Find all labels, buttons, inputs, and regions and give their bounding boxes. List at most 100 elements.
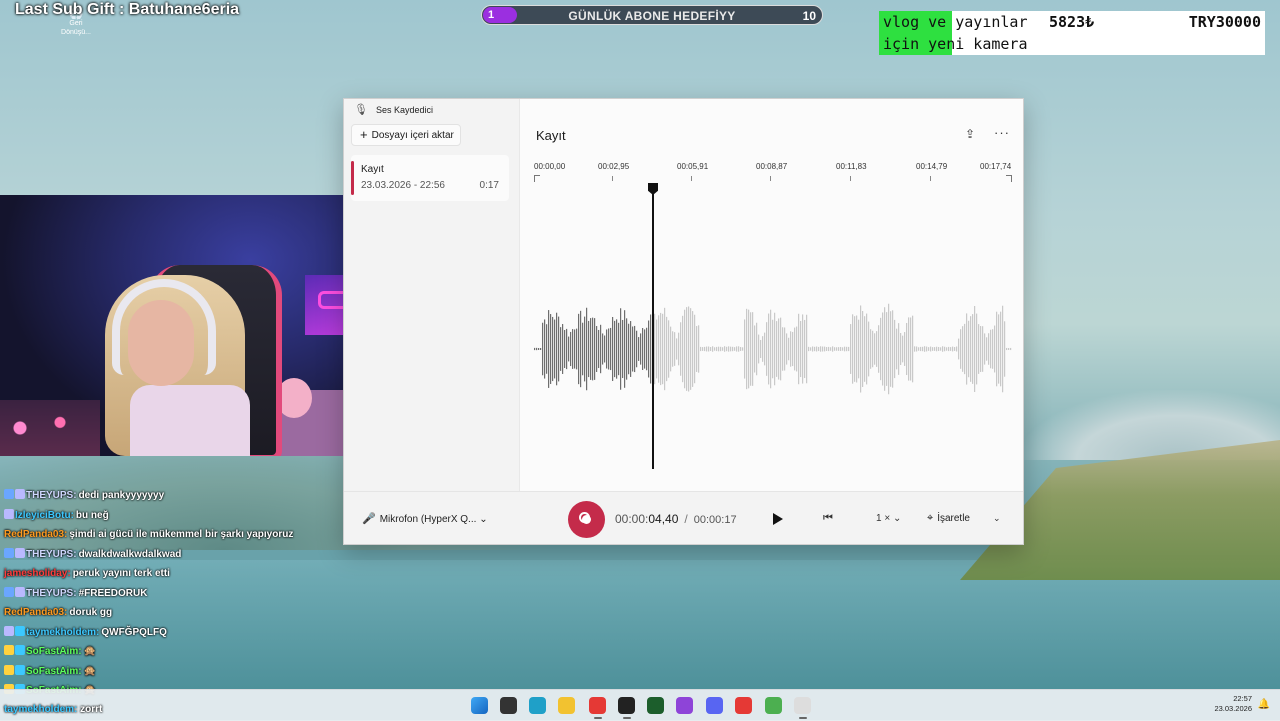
chat-username: IzleyiciBotu:	[15, 509, 74, 521]
add-marker-button[interactable]: ⌖ İşaretle	[927, 512, 970, 525]
timeline-tick-label: 00:08,87	[756, 162, 788, 171]
waveform-sample	[662, 313, 664, 385]
waveform-sample	[938, 346, 940, 352]
plus-icon: +	[360, 127, 368, 142]
recording-list-item[interactable]: Kayıt 23.03.2026 - 22:56 0:17	[351, 155, 509, 201]
chat-badge-icon	[4, 664, 14, 675]
waveform-sample	[592, 317, 594, 381]
waveform-sample	[642, 328, 644, 370]
waveform-sample	[950, 347, 952, 351]
waveform-sample	[788, 337, 790, 361]
chat-message-text: 🙊	[83, 665, 97, 677]
voice-recorder-icon[interactable]	[794, 697, 811, 714]
obs-icon[interactable]	[618, 697, 635, 714]
waveform-sample	[978, 324, 980, 374]
waveform-sample	[560, 327, 562, 371]
chat-message-row: RedPanda03: doruk gg	[4, 603, 334, 623]
waveform-sample	[714, 347, 716, 351]
file-manager-icon[interactable]	[500, 697, 517, 714]
waveform-sample	[878, 325, 880, 373]
waveform-sample	[728, 346, 730, 352]
waveform-sample	[710, 347, 712, 351]
system-clock[interactable]: 22:57 23.03.2026	[1214, 694, 1252, 714]
waveform-sample	[644, 329, 646, 369]
waveform-sample	[720, 346, 722, 352]
waveform-sample	[838, 347, 840, 351]
chrome-profile-2-icon[interactable]	[765, 697, 782, 714]
audio-waveform[interactable]	[534, 279, 1012, 419]
recording-duration: 0:17	[479, 180, 499, 191]
terminal-icon[interactable]	[647, 697, 664, 714]
chat-username: RedPanda03:	[4, 607, 68, 618]
waveform-sample	[868, 321, 870, 377]
time-separator: /	[684, 512, 688, 526]
waveform-sample	[680, 322, 682, 376]
waveform-sample	[716, 346, 718, 352]
import-file-button[interactable]: + Dosyayı içeri aktar	[351, 124, 461, 146]
more-options-icon[interactable]: ···	[994, 125, 1010, 140]
chrome-icon[interactable]	[589, 697, 606, 714]
waveform-sample	[556, 312, 558, 386]
waveform-sample	[682, 315, 684, 383]
twitch-icon[interactable]	[676, 697, 693, 714]
timeline-tick-label: 00:14,79	[916, 162, 948, 171]
notification-bell-icon[interactable]: 🔔	[1258, 699, 1270, 710]
waveform-sample	[934, 347, 936, 351]
waveform-sample	[940, 347, 942, 351]
waveform-sample	[724, 346, 726, 352]
waveform-sample	[758, 334, 760, 364]
chrome-profile-icon[interactable]	[735, 697, 752, 714]
waveform-sample	[602, 333, 604, 365]
skip-to-start-icon[interactable]: ⏮	[823, 512, 833, 525]
playhead-line[interactable]	[652, 189, 654, 469]
waveform-sample	[1004, 321, 1006, 377]
microphone-selector[interactable]: 🎤 Mikrofon (HyperX Q... ⌄	[362, 512, 488, 525]
waveform-sample	[740, 347, 742, 351]
waveform-sample	[732, 346, 734, 352]
waveform-sample	[932, 347, 934, 351]
discord-icon[interactable]	[706, 697, 723, 714]
waveform-sample	[882, 312, 884, 386]
waveform-sample	[762, 336, 764, 362]
last-sub-gift-overlay: Last Sub Gift : Batuhane6eria	[15, 1, 240, 18]
waveform-sample	[548, 310, 550, 388]
edge-browser-icon[interactable]	[529, 697, 546, 714]
waveform-sample	[542, 322, 544, 376]
waveform-sample	[746, 308, 748, 390]
trim-start-handle[interactable]	[534, 175, 540, 182]
running-indicator	[594, 717, 602, 719]
waveform-sample	[686, 307, 688, 391]
waveform-sample	[688, 306, 690, 392]
waveform-sample	[852, 314, 854, 384]
stream-chat-overlay: THEYUPS: dedi pankyyyyyyy IzleyiciBotu: bu …	[4, 486, 334, 701]
chat-overlay-last-line: taymekholdem: zorrt	[4, 704, 102, 715]
trim-end-handle[interactable]	[1006, 175, 1012, 182]
waveform-sample	[780, 317, 782, 381]
chat-message-row: THEYUPS: #FREEDORUK	[4, 584, 334, 604]
waveform-sample	[826, 347, 828, 351]
waveform-sample	[794, 327, 796, 371]
waveform-sample	[902, 335, 904, 363]
folder-icon[interactable]	[558, 697, 575, 714]
webcam-string-lights	[0, 400, 100, 456]
chat-message-text: dedi pankyyyyyyy	[78, 490, 165, 501]
waveform-sample	[872, 330, 874, 368]
waveform-sample	[626, 318, 628, 380]
waveform-sample	[576, 328, 578, 370]
playback-speed[interactable]: 1 × ⌄	[876, 513, 901, 524]
share-icon[interactable]: ⇪	[965, 127, 975, 141]
playhead-handle[interactable]	[648, 183, 658, 195]
waveform-sample	[900, 333, 902, 365]
waveform-sample	[564, 330, 566, 368]
windows-start-icon[interactable]	[471, 697, 488, 714]
waveform-sample	[962, 326, 964, 372]
timeline-tick-label: 00:11,83	[836, 162, 867, 171]
play-icon[interactable]	[768, 510, 786, 528]
chat-username: THEYUPS:	[26, 548, 77, 560]
waveform-sample	[908, 317, 910, 381]
chat-message-row: IzleyiciBotu: bu neğ	[4, 506, 334, 526]
marker-dropdown-chevron-icon[interactable]: ⌄	[993, 513, 1001, 524]
record-button[interactable]	[568, 501, 605, 538]
waveform-sample	[792, 331, 794, 367]
waveform-sample	[892, 310, 894, 388]
